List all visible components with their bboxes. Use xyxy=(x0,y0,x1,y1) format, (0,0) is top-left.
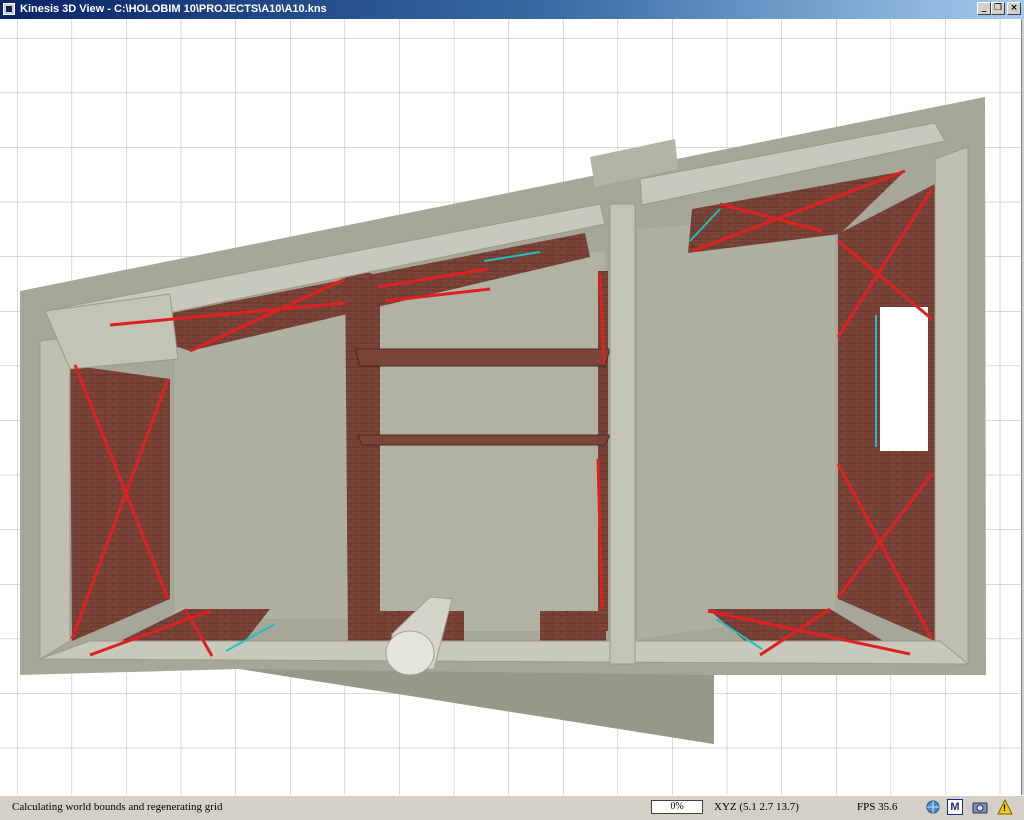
west-parapet xyxy=(39,336,71,660)
warning-icon[interactable]: ! xyxy=(997,798,1013,815)
status-message: Calculating world bounds and regeneratin… xyxy=(12,801,223,813)
partition-wall xyxy=(345,257,380,649)
lower-shelf xyxy=(357,434,611,446)
camera-icon[interactable] xyxy=(972,799,988,815)
title-bar: Kinesis 3D View - C:\HOLOBIM 10\PROJECTS… xyxy=(0,0,1024,19)
window-title: Kinesis 3D View - C:\HOLOBIM 10\PROJECTS… xyxy=(20,3,327,15)
right-room-floor xyxy=(638,215,835,639)
warning-icon-label: ! xyxy=(1003,803,1006,813)
progress-indicator: 0% xyxy=(651,800,703,814)
center-divider-wall xyxy=(609,203,636,665)
globe-icon[interactable] xyxy=(925,799,941,815)
fps-counter: FPS 35.6 xyxy=(857,801,898,813)
app-icon[interactable] xyxy=(3,3,15,15)
east-window-opening xyxy=(880,307,928,451)
status-bar: Calculating world bounds and regeneratin… xyxy=(0,795,1024,820)
east-parapet xyxy=(934,146,969,665)
3d-viewport[interactable] xyxy=(0,19,1021,795)
restore-button[interactable]: ❐ xyxy=(991,2,1005,15)
south-wall-mid-brick-b xyxy=(540,611,606,641)
upper-shelf xyxy=(354,348,611,367)
xyz-coordinates: XYZ (5.1 2.7 13.7) xyxy=(714,801,799,813)
scene-canvas[interactable] xyxy=(0,19,1021,795)
close-button[interactable]: × xyxy=(1007,2,1021,15)
m-icon[interactable]: M xyxy=(947,799,963,815)
minimize-button[interactable]: _ xyxy=(977,2,991,15)
